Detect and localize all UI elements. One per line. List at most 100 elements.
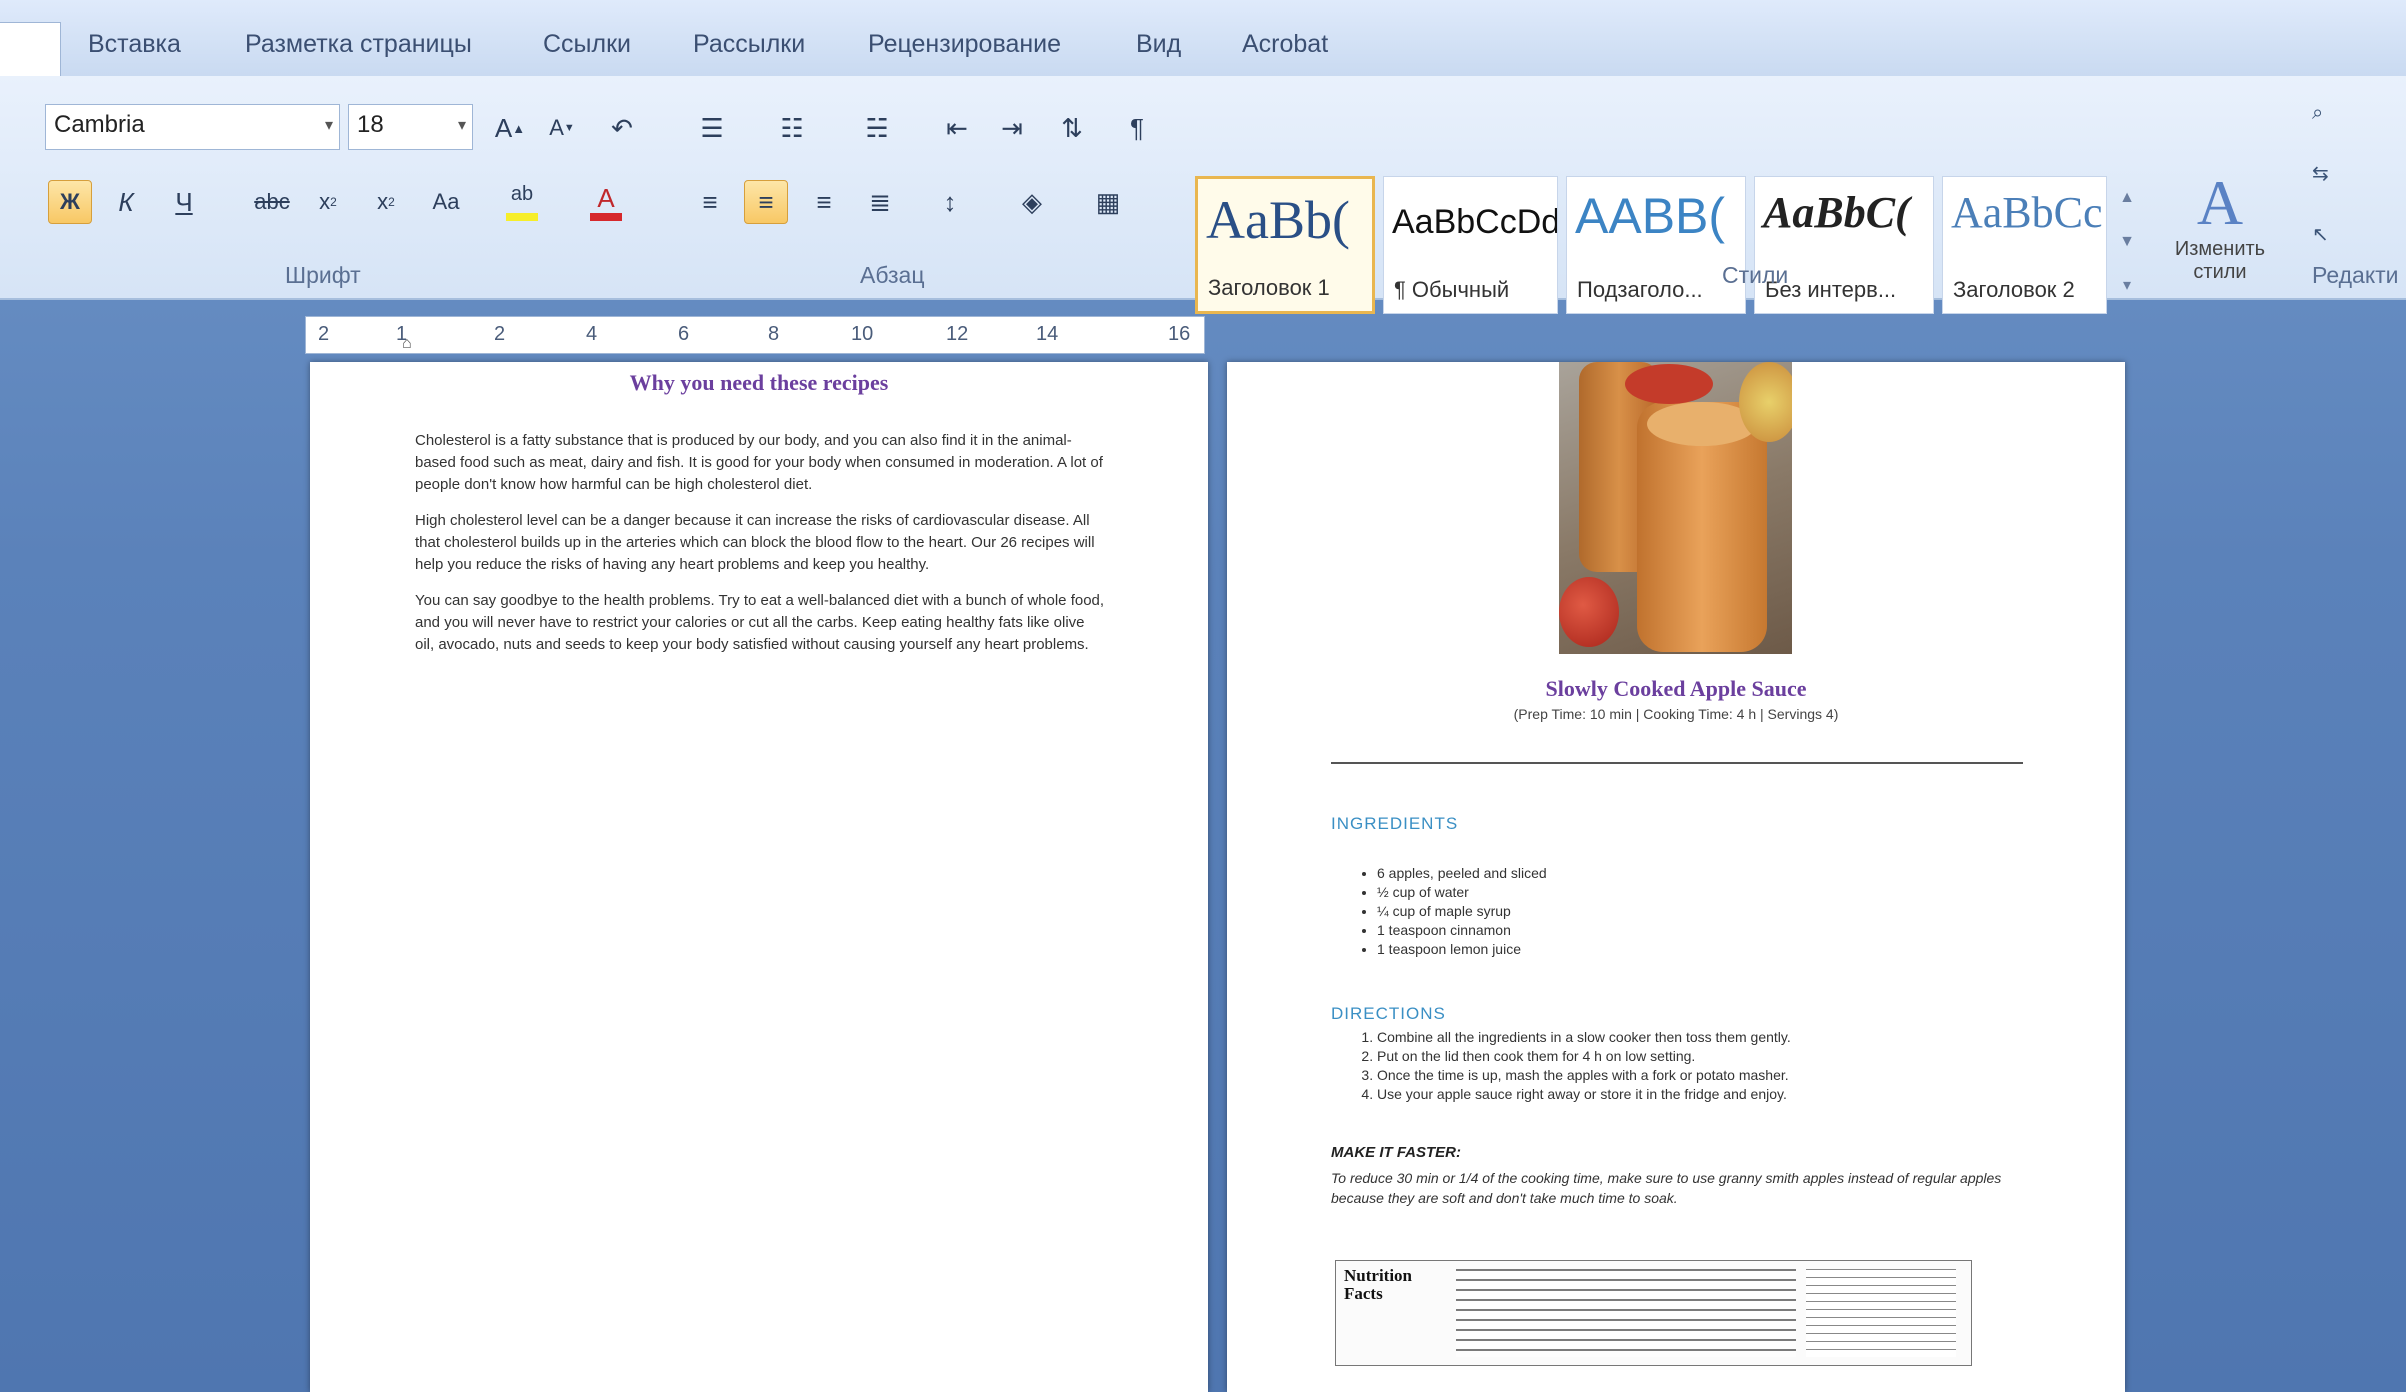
ruler-tick: 2 bbox=[494, 323, 506, 345]
change-styles-icon: A bbox=[2196, 167, 2244, 238]
nutrition-facts-table: Nutrition Facts bbox=[1335, 1260, 1972, 1366]
font-family-select[interactable]: Cambria ▾ bbox=[45, 104, 340, 150]
nutrition-title: Nutrition Facts bbox=[1344, 1266, 1412, 1303]
ingredients-heading: INGREDIENTS bbox=[1331, 814, 1459, 833]
select-icon[interactable]: ↖ bbox=[2312, 222, 2406, 247]
font-size-value: 18 bbox=[357, 111, 384, 138]
style-preview: AaBb( bbox=[1206, 190, 1350, 250]
list-item: ½ cup of water bbox=[1377, 883, 1977, 902]
ruler-tick: 2 bbox=[318, 323, 330, 345]
tab-insert[interactable]: Вставка bbox=[88, 30, 181, 59]
style-name: Подзаголо... bbox=[1577, 277, 1703, 302]
find-icon[interactable]: ⌕ bbox=[2312, 102, 2406, 125]
change-case-icon[interactable]: Aa bbox=[424, 180, 468, 224]
ribbon-tab-bar: Вставка Разметка страницы Ссылки Рассылк… bbox=[0, 0, 2406, 78]
style-heading2[interactable]: AaBbCc Заголовок 2 bbox=[1942, 176, 2107, 314]
chevron-down-icon: ▾ bbox=[457, 117, 466, 134]
tab-mailings[interactable]: Рассылки bbox=[693, 30, 805, 59]
borders-icon[interactable]: ▦ bbox=[1086, 180, 1130, 224]
ruler-tick: 4 bbox=[586, 323, 598, 345]
list-item: 1 teaspoon cinnamon bbox=[1377, 921, 1977, 940]
line-spacing-icon[interactable]: ↕ bbox=[928, 180, 972, 224]
page-title: Why you need these recipes bbox=[629, 370, 889, 395]
indent-marker-icon[interactable]: ⌂ bbox=[402, 335, 412, 353]
list-item: Once the time is up, mash the apples wit… bbox=[1377, 1066, 2017, 1085]
style-name: ¶ Обычный bbox=[1394, 277, 1510, 302]
align-center-icon[interactable]: ≡ bbox=[744, 180, 788, 224]
group-label-paragraph: Абзац bbox=[860, 262, 925, 288]
numbering-icon[interactable]: ☷ bbox=[770, 106, 814, 150]
bullets-icon[interactable]: ☰ bbox=[690, 106, 734, 150]
superscript-icon[interactable]: x2 bbox=[364, 180, 408, 224]
document-page-1[interactable]: Why you need these recipes Cholesterol i… bbox=[310, 362, 1208, 1392]
tip-text: To reduce 30 min or 1/4 of the cooking t… bbox=[1331, 1170, 2002, 1206]
align-right-icon[interactable]: ≡ bbox=[802, 180, 846, 224]
highlight-icon[interactable]: ab bbox=[500, 180, 544, 224]
chevron-down-icon: ▾ bbox=[324, 117, 333, 134]
decrease-indent-icon[interactable]: ⇤ bbox=[935, 106, 979, 150]
justify-icon[interactable]: ≣ bbox=[858, 180, 902, 224]
recipe-title: Slowly Cooked Apple Sauce bbox=[1545, 676, 1807, 701]
ruler-tick: 16 bbox=[1168, 323, 1191, 345]
ruler-tick: 10 bbox=[851, 323, 874, 345]
horizontal-ruler[interactable]: 2 1 2 4 6 8 10 12 14 16 ⌂ bbox=[305, 316, 1205, 354]
list-item: 1 teaspoon lemon juice bbox=[1377, 940, 1977, 959]
tab-review[interactable]: Рецензирование bbox=[868, 30, 1061, 59]
style-preview: AABB( bbox=[1575, 188, 1726, 244]
sort-icon[interactable]: ⇅ bbox=[1050, 106, 1094, 150]
style-name: Заголовок 2 bbox=[1953, 277, 2075, 302]
body-paragraph: High cholesterol level can be a danger b… bbox=[415, 512, 1095, 573]
apple-sauce-photo bbox=[1559, 362, 1792, 654]
clear-format-icon[interactable]: ↶ bbox=[600, 106, 644, 150]
shrink-font-icon[interactable]: A ▼ bbox=[540, 106, 584, 150]
align-left-icon[interactable]: ≡ bbox=[688, 180, 732, 224]
pilcrow-icon[interactable]: ¶ bbox=[1115, 106, 1159, 150]
home-tab-edge[interactable] bbox=[0, 22, 61, 78]
italic-icon[interactable]: К bbox=[104, 180, 148, 224]
list-item: Put on the lid then cook them for 4 h on… bbox=[1377, 1047, 2017, 1066]
ruler-tick: 14 bbox=[1036, 323, 1059, 345]
recipe-meta: (Prep Time: 10 min | Cooking Time: 4 h |… bbox=[1513, 706, 1839, 722]
increase-indent-icon[interactable]: ⇥ bbox=[990, 106, 1034, 150]
tab-view[interactable]: Вид bbox=[1136, 30, 1181, 59]
ribbon: Cambria ▾ 18 ▾ A ▲ A ▼ ↶ Ж К Ч abc x2 x2 A… bbox=[0, 76, 2406, 314]
font-size-select[interactable]: 18 ▾ bbox=[348, 104, 473, 150]
style-no-spacing[interactable]: AaBbC( Без интерв... bbox=[1754, 176, 1934, 314]
change-styles-button[interactable]: A Изменить стили bbox=[2150, 168, 2290, 318]
change-styles-label: Изменить стили bbox=[2174, 238, 2266, 283]
bold-icon[interactable]: Ж bbox=[48, 180, 92, 224]
style-subtitle[interactable]: AABB( Подзаголо... bbox=[1566, 176, 1746, 314]
style-preview: AaBbCcDd bbox=[1392, 203, 1558, 241]
group-label-font: Шрифт bbox=[285, 262, 361, 288]
replace-icon[interactable]: ⇆ bbox=[2312, 161, 2406, 186]
tab-acrobat[interactable]: Acrobat bbox=[1242, 30, 1328, 59]
strikethrough-icon[interactable]: abc bbox=[250, 180, 294, 224]
body-paragraph: Cholesterol is a fatty substance that is… bbox=[415, 432, 1103, 493]
document-page-2[interactable]: Slowly Cooked Apple Sauce (Prep Time: 10… bbox=[1227, 362, 2125, 1392]
font-color-icon[interactable]: A bbox=[584, 180, 628, 224]
group-label-styles: Стили bbox=[1722, 262, 1789, 288]
directions-heading: DIRECTIONS bbox=[1331, 1004, 1446, 1023]
style-normal[interactable]: AaBbCcDd ¶ Обычный bbox=[1383, 176, 1558, 314]
tab-references[interactable]: Ссылки bbox=[543, 30, 631, 59]
styles-scroll[interactable]: ▲ ▼ ▾ bbox=[2113, 176, 2141, 314]
style-name: Заголовок 1 bbox=[1208, 275, 1330, 300]
multilevel-list-icon[interactable]: ☵ bbox=[855, 106, 899, 150]
tab-page-layout[interactable]: Разметка страницы bbox=[245, 30, 472, 59]
list-item: 6 apples, peeled and sliced bbox=[1377, 864, 1977, 883]
font-family-value: Cambria bbox=[54, 111, 145, 138]
group-label-editing: Редакти bbox=[2312, 262, 2399, 288]
directions-list: Combine all the ingredients in a slow co… bbox=[1331, 1028, 2017, 1104]
list-item: ¼ cup of maple syrup bbox=[1377, 902, 1977, 921]
style-heading1[interactable]: AaBb( Заголовок 1 bbox=[1195, 176, 1375, 314]
body-paragraph: You can say goodbye to the health proble… bbox=[415, 592, 1105, 653]
list-item: Use your apple sauce right away or store… bbox=[1377, 1085, 2017, 1104]
subscript-icon[interactable]: x2 bbox=[306, 180, 350, 224]
tip-heading: MAKE IT FASTER: bbox=[1331, 1144, 1461, 1161]
grow-font-icon[interactable]: A ▲ bbox=[488, 106, 532, 150]
shading-icon[interactable]: ◈ bbox=[1010, 180, 1054, 224]
ingredients-list: 6 apples, peeled and sliced ½ cup of wat… bbox=[1331, 864, 1977, 959]
underline-icon[interactable]: Ч bbox=[162, 180, 206, 224]
list-item: Combine all the ingredients in a slow co… bbox=[1377, 1028, 2017, 1047]
divider bbox=[1331, 762, 2023, 764]
